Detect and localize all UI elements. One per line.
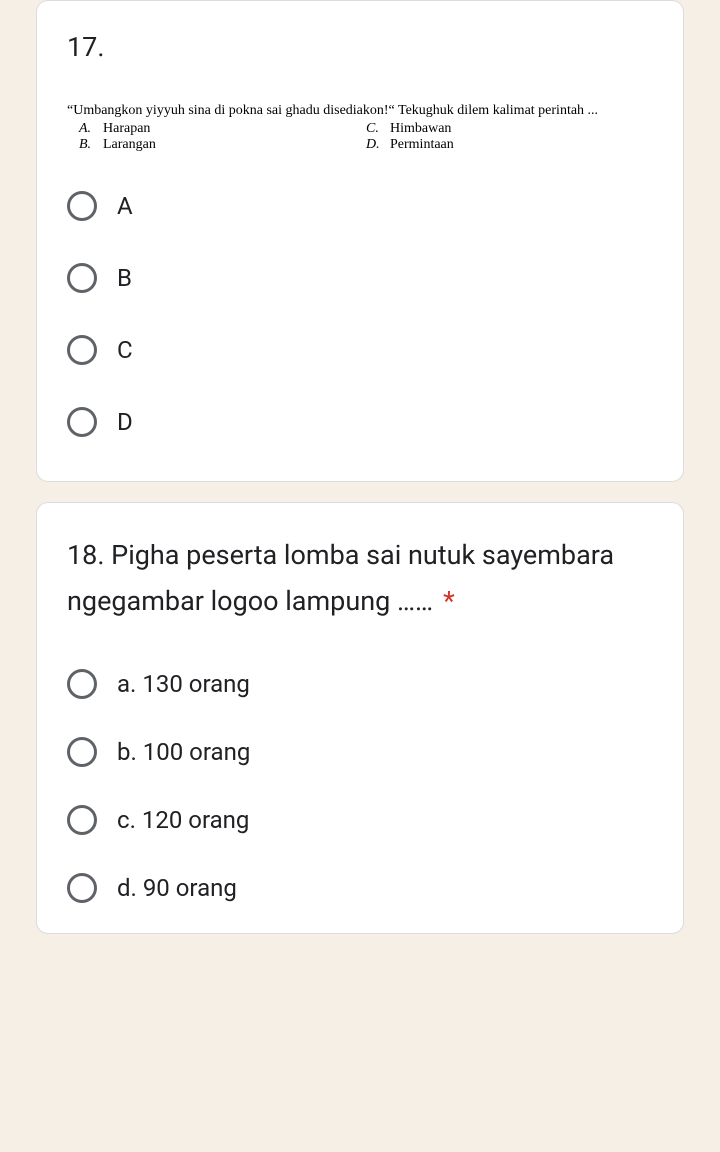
options-list-q17: A B C D: [67, 181, 653, 437]
option-label: B: [117, 264, 132, 292]
option-C[interactable]: C: [67, 335, 653, 365]
option-label: b. 100 orang: [117, 738, 250, 766]
option-label: A: [117, 192, 133, 220]
option-label: D: [117, 408, 133, 436]
question-title: 18. Pigha peserta lomba sai nutuk sayemb…: [67, 533, 653, 625]
embedded-question-text: “Umbangkon yiyyuh sina di pokna sai ghad…: [67, 103, 653, 153]
question-card-17: 17. “Umbangkon yiyyuh sina di pokna sai …: [36, 0, 684, 482]
radio-icon: [67, 191, 97, 221]
radio-icon: [67, 669, 97, 699]
radio-icon: [67, 263, 97, 293]
question-card-18: 18. Pigha peserta lomba sai nutuk sayemb…: [36, 502, 684, 934]
embedded-intro: “Umbangkon yiyyuh sina di pokna sai ghad…: [67, 103, 653, 119]
radio-icon: [67, 805, 97, 835]
option-label: C: [117, 336, 133, 364]
option-B[interactable]: B: [67, 263, 653, 293]
option-label: c. 120 orang: [117, 806, 249, 834]
question-number: 17.: [67, 31, 653, 63]
radio-icon: [67, 873, 97, 903]
embedded-opt-B: B. Larangan: [79, 137, 366, 153]
embedded-opt-D: D. Permintaan: [366, 137, 653, 153]
embedded-col-right: C. Himbawan D. Permintaan: [366, 121, 653, 153]
option-label: d. 90 orang: [117, 874, 237, 902]
embedded-opt-A: A. Harapan: [79, 121, 366, 137]
embedded-options: A. Harapan B. Larangan C. Himbawan D. Pe…: [67, 121, 653, 153]
option-label: a. 130 orang: [117, 670, 250, 698]
options-list-q18: a. 130 orang b. 100 orang c. 120 orang d…: [67, 669, 653, 903]
radio-icon: [67, 407, 97, 437]
option-a[interactable]: a. 130 orang: [67, 669, 653, 699]
radio-icon: [67, 335, 97, 365]
option-D[interactable]: D: [67, 407, 653, 437]
radio-icon: [67, 737, 97, 767]
required-asterisk: *: [443, 585, 455, 617]
embedded-opt-C: C. Himbawan: [366, 121, 653, 137]
embedded-col-left: A. Harapan B. Larangan: [67, 121, 366, 153]
option-d[interactable]: d. 90 orang: [67, 873, 653, 903]
option-b[interactable]: b. 100 orang: [67, 737, 653, 767]
option-c[interactable]: c. 120 orang: [67, 805, 653, 835]
option-A[interactable]: A: [67, 191, 653, 221]
